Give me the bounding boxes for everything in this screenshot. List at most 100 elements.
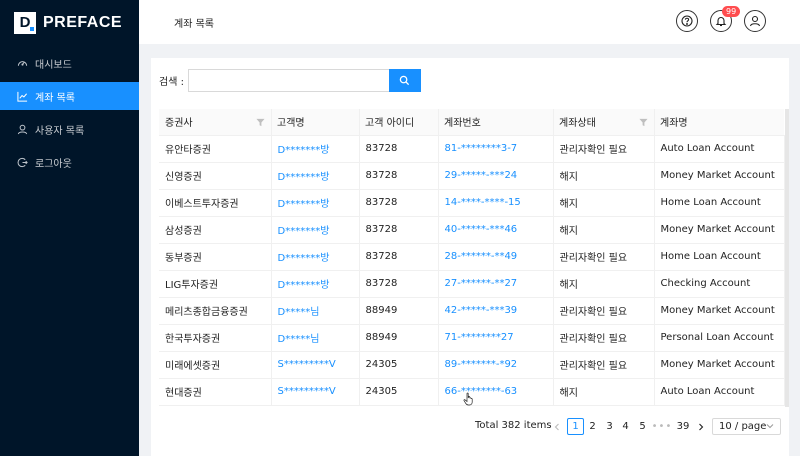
cell-account-number[interactable]: 81-********3-7 (438, 135, 554, 163)
cell-customer-name[interactable]: D*******방 (271, 135, 360, 163)
cell-customer-id: 88949 (359, 297, 439, 325)
cell-customer-name[interactable]: D*******방 (271, 243, 360, 271)
cell-account-name: Money Market Account (654, 216, 785, 244)
sidebar-item-logout[interactable]: 로그아웃 (0, 148, 139, 176)
cell-customer-name[interactable]: S*********V (271, 378, 360, 406)
cell-customer-name[interactable]: D*****님 (271, 297, 360, 325)
table-row[interactable]: 한국투자증권 D*****님 88949 71-********27 관리자확인 필요 P… (159, 324, 785, 352)
table-row[interactable]: 유안타증권 D*******방 83728 81-********3-7 관리자확인 필… (159, 135, 785, 163)
cell-account-status: 관리자확인 필요 (553, 135, 655, 163)
cell-account-status: 관리자확인 필요 (553, 351, 655, 379)
column-header-account-name: 계좌명 (654, 109, 784, 136)
next-page-button[interactable] (694, 418, 708, 435)
jump-next-button[interactable]: ••• (651, 418, 673, 435)
cell-account-number[interactable]: 40-*****-***46 (438, 216, 554, 244)
cell-broker: 현대증권 (159, 378, 272, 406)
user-icon (17, 124, 28, 135)
column-header-account-number: 계좌번호 (438, 109, 553, 136)
prev-page-button[interactable] (550, 418, 564, 435)
cell-account-status: 관리자확인 필요 (553, 297, 655, 325)
cell-account-number[interactable]: 89-*******-*92 (438, 351, 554, 379)
cell-account-number[interactable]: 71-********27 (438, 324, 554, 352)
page-1[interactable]: 1 (567, 418, 584, 435)
cell-account-name: Money Market Account (654, 297, 785, 325)
column-header-broker[interactable]: 증권사 (159, 109, 271, 136)
table-scrollbar[interactable] (785, 109, 789, 407)
account-button[interactable] (744, 10, 766, 32)
search-bar: 검색 : (159, 69, 421, 92)
cell-broker: 유안타증권 (159, 135, 272, 163)
logout-icon (17, 157, 28, 168)
line-chart-icon (17, 91, 28, 102)
cell-customer-name[interactable]: D*******방 (271, 216, 360, 244)
cell-account-number[interactable]: 66-********-63 (438, 378, 554, 406)
column-label: 계좌상태 (559, 118, 596, 130)
cell-account-status: 해지 (553, 270, 655, 298)
logo-text: PREFACE (43, 13, 123, 31)
cell-account-name: Home Loan Account (654, 243, 785, 271)
page-size-select[interactable]: 10 / page (712, 418, 781, 435)
sidebar: D PREFACE 대시보드 계좌 목록 사용자 목록 로그아웃 (0, 0, 139, 456)
cell-account-name: Auto Loan Account (654, 135, 785, 163)
cell-account-name: Money Market Account (654, 351, 785, 379)
cell-account-name: Home Loan Account (654, 189, 785, 217)
cell-customer-name[interactable]: S*********V (271, 351, 360, 379)
cell-account-status: 관리자확인 필요 (553, 243, 655, 271)
table-row[interactable]: 삼성증권 D*******방 83728 40-*****-***46 해지 Money … (159, 216, 785, 244)
logo[interactable]: D PREFACE (0, 0, 139, 45)
cell-customer-id: 88949 (359, 324, 439, 352)
table-row[interactable]: 신영증권 D*******방 83728 29-*****-***24 해지 Money … (159, 162, 785, 190)
sidebar-item-users[interactable]: 사용자 목록 (0, 115, 139, 143)
cell-broker: 한국투자증권 (159, 324, 272, 352)
column-header-account-status[interactable]: 계좌상태 (553, 109, 654, 136)
cell-customer-name[interactable]: D*******방 (271, 189, 360, 217)
page-3[interactable]: 3 (601, 418, 618, 435)
column-header-customer-id: 고객 아이디 (359, 109, 438, 136)
sidebar-item-dashboard[interactable]: 대시보드 (0, 49, 139, 77)
cell-customer-id: 83728 (359, 270, 439, 298)
page-last[interactable]: 39 (674, 418, 692, 435)
table-row[interactable]: LIG투자증권 D*******방 83728 27-******-**27 해지 Che… (159, 270, 785, 298)
cell-customer-id: 83728 (359, 216, 439, 244)
cell-customer-name[interactable]: D*******방 (271, 270, 360, 298)
cell-account-status: 해지 (553, 216, 655, 244)
sidebar-item-accounts[interactable]: 계좌 목록 (0, 82, 139, 110)
hand-cursor-icon (463, 392, 473, 406)
cell-account-number[interactable]: 27-******-**27 (438, 270, 554, 298)
cell-account-status: 관리자확인 필요 (553, 324, 655, 352)
sidebar-item-label: 계좌 목록 (35, 92, 75, 104)
chevron-down-icon (766, 424, 774, 429)
page-5[interactable]: 5 (634, 418, 651, 435)
search-input[interactable] (187, 69, 389, 92)
filter-icon[interactable] (256, 118, 265, 127)
cell-account-number[interactable]: 28-******-**49 (438, 243, 554, 271)
column-header-customer-name: 고객명 (271, 109, 359, 136)
page-2[interactable]: 2 (584, 418, 601, 435)
filter-icon[interactable] (639, 118, 648, 127)
cell-broker: 메리츠종합금융증권 (159, 297, 272, 325)
search-button[interactable] (388, 69, 421, 92)
cell-broker: 동부증권 (159, 243, 272, 271)
table-row[interactable]: 메리츠종합금융증권 D*****님 88949 42-*****-***39 관리자확인… (159, 297, 785, 325)
notification-button[interactable]: 99 (710, 6, 741, 32)
cell-account-number[interactable]: 14-****-****-15 (438, 189, 554, 217)
cell-account-status: 해지 (553, 162, 655, 190)
cell-broker: 미래에셋증권 (159, 351, 272, 379)
cell-account-number[interactable]: 29-*****-***24 (438, 162, 554, 190)
page-size-value: 10 / page (719, 421, 767, 432)
table-row[interactable]: 동부증권 D*******방 83728 28-******-**49 관리자확인 필요… (159, 243, 785, 271)
chevron-left-icon (554, 423, 559, 430)
table-header-row: 증권사 고객명 고객 아이디 계좌번호 계좌상태 계좌명 (159, 109, 784, 136)
chevron-right-icon (699, 423, 704, 430)
cell-account-name: Auto Loan Account (654, 378, 785, 406)
sidebar-menu: 대시보드 계좌 목록 사용자 목록 로그아웃 (0, 49, 139, 176)
cell-account-number[interactable]: 42-*****-***39 (438, 297, 554, 325)
cell-customer-name[interactable]: D*******방 (271, 162, 360, 190)
help-button[interactable] (676, 10, 698, 32)
cell-account-status: 해지 (553, 189, 655, 217)
page-4[interactable]: 4 (617, 418, 634, 435)
table-row[interactable]: 미래에셋증권 S*********V 24305 89-*******-*92 관리자확… (159, 351, 785, 379)
pagination: Total 382 items 1 2 3 4 5 ••• 39 10 / pa… (151, 418, 789, 436)
cell-customer-name[interactable]: D*****님 (271, 324, 360, 352)
table-row[interactable]: 이베스트투자증권 D*******방 83728 14-****-****-15 해지 H… (159, 189, 785, 217)
